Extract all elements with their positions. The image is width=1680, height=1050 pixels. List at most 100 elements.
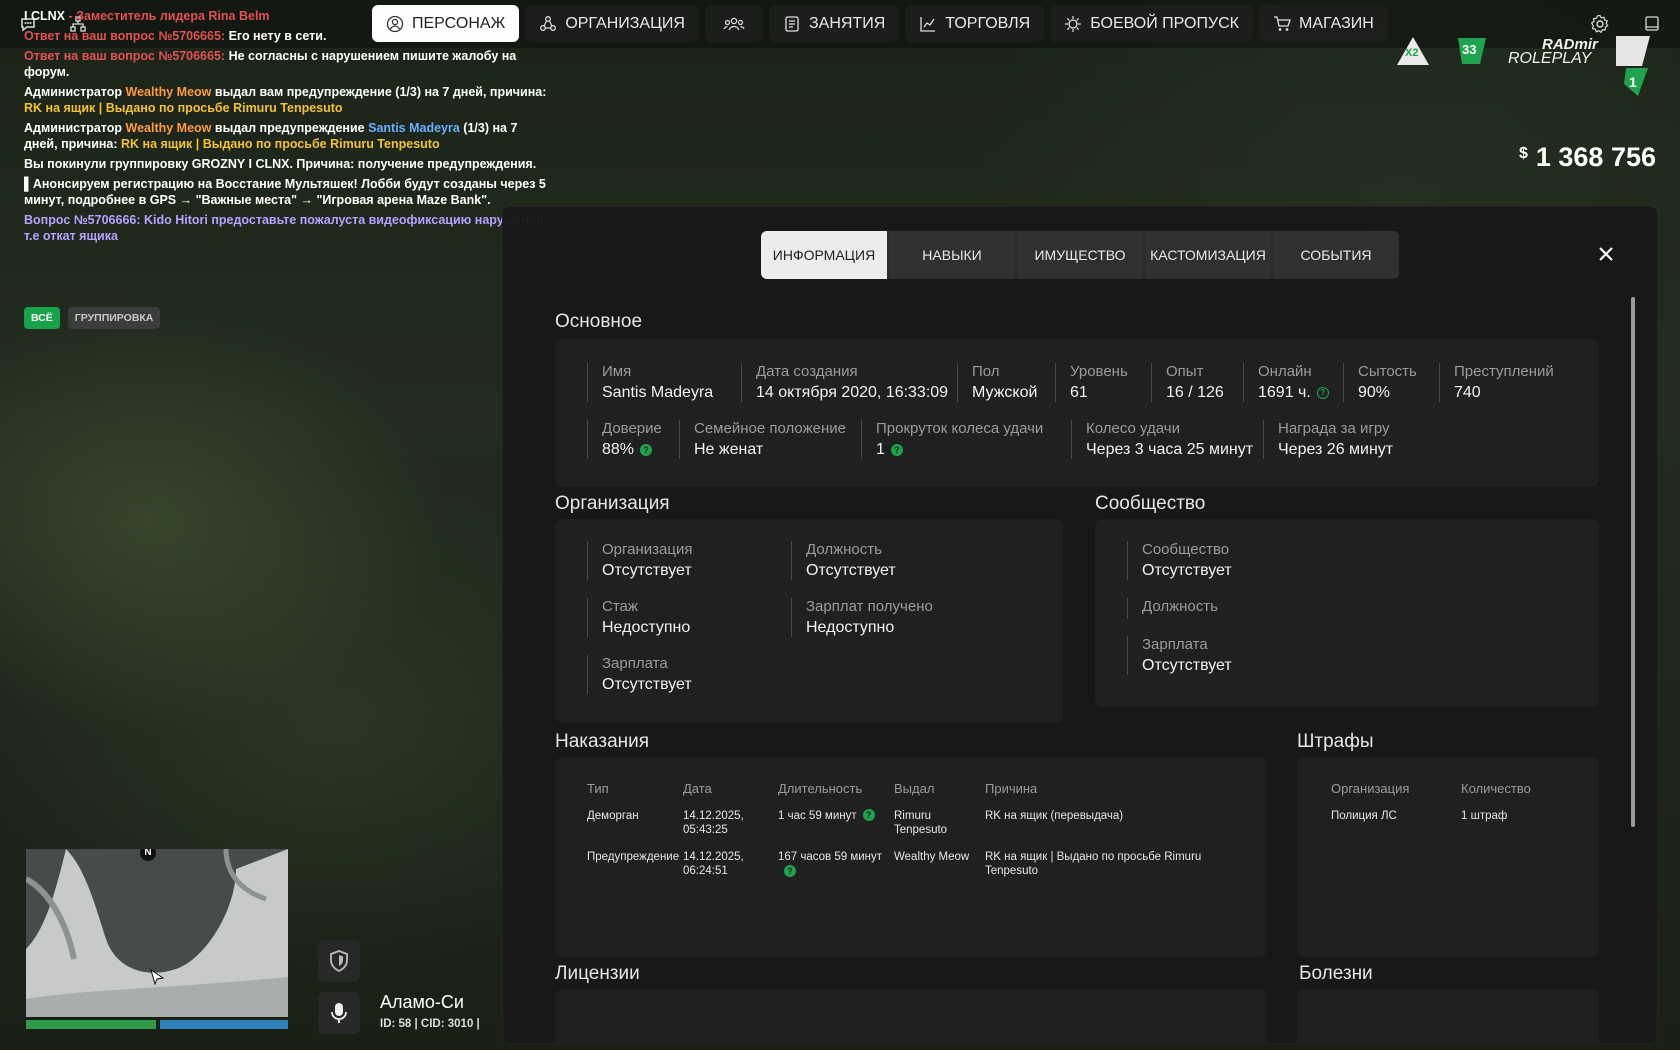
tab-trade-label: ТОРГОВЛЯ (945, 14, 1031, 32)
field-online: Онлайн 1691 ч.? (1243, 363, 1329, 402)
field-value: 88%? (602, 441, 662, 459)
group-icon (723, 17, 745, 30)
cell-type: Предупреждение (587, 851, 680, 863)
section-title-diseases: Болезни (1299, 963, 1373, 984)
field-gender: Пол Мужской (957, 363, 1037, 402)
field-value: Santis Madeyra (602, 384, 714, 401)
field-label: Сытость (1358, 363, 1417, 380)
field-organization: Организация Отсутствует (587, 541, 692, 580)
field-label: Прокруток колеса удачи (876, 420, 1044, 437)
tab-property[interactable]: ИМУЩЕСТВО (1017, 231, 1143, 279)
column-header-count: Количество (1461, 781, 1531, 796)
diseases-card (1297, 989, 1599, 1043)
field-label: Зарплат получено (806, 598, 933, 615)
field-value: 61 (1070, 384, 1088, 401)
chat-message: Администратор Wealthy Meow выдал вам пре… (24, 84, 554, 116)
help-icon[interactable]: ? (640, 444, 653, 456)
field-label: Стаж (602, 598, 638, 615)
tab-customization[interactable]: КАСТОМИЗАЦИЯ (1145, 231, 1271, 279)
chat-message-text: Его нету в сети. (228, 29, 327, 43)
field-label: Пол (972, 363, 1000, 380)
report-icon (1645, 16, 1659, 31)
chat-player-name: Santis Madeyra (368, 121, 460, 135)
character-info-modal: ИНФОРМАЦИЯ НАВЫКИ ИМУЩЕСТВО КАСТОМИЗАЦИЯ… (502, 206, 1658, 1044)
column-header-reason: Причина (985, 781, 1038, 796)
field-value: Мужской (972, 384, 1038, 401)
field-label: Имя (602, 363, 632, 380)
chat-message: Вопрос №5706666: Kido Hitori предоставьт… (24, 213, 544, 243)
field-value: 14 октября 2020, 16:33:09 (756, 384, 949, 401)
duration-text: 167 часов 59 минут (778, 851, 883, 863)
shield-button[interactable] (318, 940, 360, 982)
tab-skills[interactable]: НАВЫКИ (889, 231, 1015, 279)
jobs-icon (785, 15, 799, 32)
section-title-organization: Организация (555, 493, 670, 514)
tab-shop[interactable]: МАГАЗИН (1258, 5, 1388, 42)
money-amount: 1 368 756 (1535, 142, 1656, 172)
chat-message-text: Администратор (24, 121, 126, 135)
field-label: Сообщество (1142, 541, 1230, 558)
modal-scrollbar[interactable] (1631, 297, 1635, 827)
field-wheel-spins: Прокруток колеса удачи 1? (861, 420, 1043, 459)
organization-card: Организация Отсутствует Должность Отсутс… (555, 519, 1063, 723)
help-icon[interactable]: ? (1316, 387, 1329, 399)
field-value: 740 (1454, 384, 1481, 401)
armor-bar (160, 1020, 288, 1029)
cell-reason: RK на ящик | Выдано по просьбе Rimuru Te… (985, 851, 1202, 877)
field-label: Зарплата (1142, 636, 1208, 653)
field-value: Через 3 часа 25 минут (1086, 441, 1254, 458)
field-label: Уровень (1070, 363, 1128, 380)
microphone-button[interactable] (318, 992, 360, 1034)
tab-trade[interactable]: ТОРГОВЛЯ (905, 5, 1045, 42)
brand-bottom: ROLEPLAY (1508, 50, 1592, 67)
chat-filter-group[interactable]: ГРУППИРОВКА (67, 307, 161, 329)
status-bars (26, 1020, 288, 1029)
field-label: Онлайн (1258, 363, 1312, 380)
chat-message: ▌Анонсируем регистрацию на Восстание Мул… (24, 177, 546, 207)
field-trust: Доверие 88%? (587, 420, 662, 459)
chat-filter-all[interactable]: ВСЁ (24, 307, 60, 329)
chat-message-text: Администратор (24, 85, 126, 99)
field-level: Уровень 61 (1055, 363, 1128, 402)
field-label: Дата создания (756, 363, 858, 380)
field-community-salary: Зарплата Отсутствует (1127, 636, 1232, 675)
field-value: Недоступно (806, 619, 895, 636)
tab-information[interactable]: ИНФОРМАЦИЯ (761, 231, 887, 279)
tab-battlepass[interactable]: БОЕВОЙ ПРОПУСК (1050, 5, 1253, 42)
help-icon[interactable]: ? (784, 865, 796, 877)
minimap-terrain (26, 849, 288, 1017)
chat-message-text: выдал вам предупреждение (1/3) на 7 дней… (211, 85, 547, 99)
field-label: Зарплата (602, 655, 668, 672)
chat-message-text: выдал предупреждение (211, 121, 369, 135)
chat-reason: RK на ящик | Выдано по просьбе Rimuru Te… (24, 101, 343, 115)
tab-group[interactable] (704, 5, 763, 42)
cell-reason: RK на ящик (перевыдача) (985, 810, 1124, 822)
chat-message: Ответ на ваш вопрос №5706665: Его нету в… (24, 28, 554, 44)
field-value: Недоступно (602, 619, 691, 636)
field-label: Преступлений (1454, 363, 1554, 380)
field-label: Награда за игру (1278, 420, 1390, 437)
currency-symbol: $ (1518, 145, 1528, 162)
cell-duration: 1 час 59 минут? (778, 809, 888, 823)
tab-events[interactable]: СОБЫТИЯ (1273, 231, 1399, 279)
close-icon[interactable] (1595, 243, 1617, 265)
help-icon[interactable]: ? (862, 809, 875, 821)
fines-card: Организация Количество Полиция ЛС 1 штра… (1297, 757, 1599, 957)
chat-message-prefix: Ответ на ваш вопрос №5706665: (24, 49, 229, 63)
chat-reason: RK на ящик | Выдано по просьбе Rimuru Te… (121, 137, 440, 151)
column-header-type: Тип (587, 781, 609, 796)
tab-jobs[interactable]: ЗАНЯТИЯ (768, 5, 900, 42)
help-icon[interactable]: ? (890, 444, 903, 456)
cell-type: Деморган (587, 810, 639, 822)
chat-group-name: I CLNX (24, 9, 65, 23)
field-label: Организация (602, 541, 693, 558)
location-name: Аламо-Си (380, 992, 464, 1012)
chat-admin-name: Wealthy Meow (125, 85, 212, 99)
section-title-punishments: Наказания (555, 731, 650, 752)
field-value: 90% (1358, 384, 1391, 401)
chat-message: I CLNX - Заместитель лидера Rina Belm (24, 8, 554, 24)
field-community: Сообщество Отсутствует (1127, 541, 1232, 580)
column-header-organization: Организация (1331, 781, 1410, 796)
server-number: 1 (1629, 74, 1637, 90)
field-tenure: Стаж Недоступно (587, 598, 690, 637)
